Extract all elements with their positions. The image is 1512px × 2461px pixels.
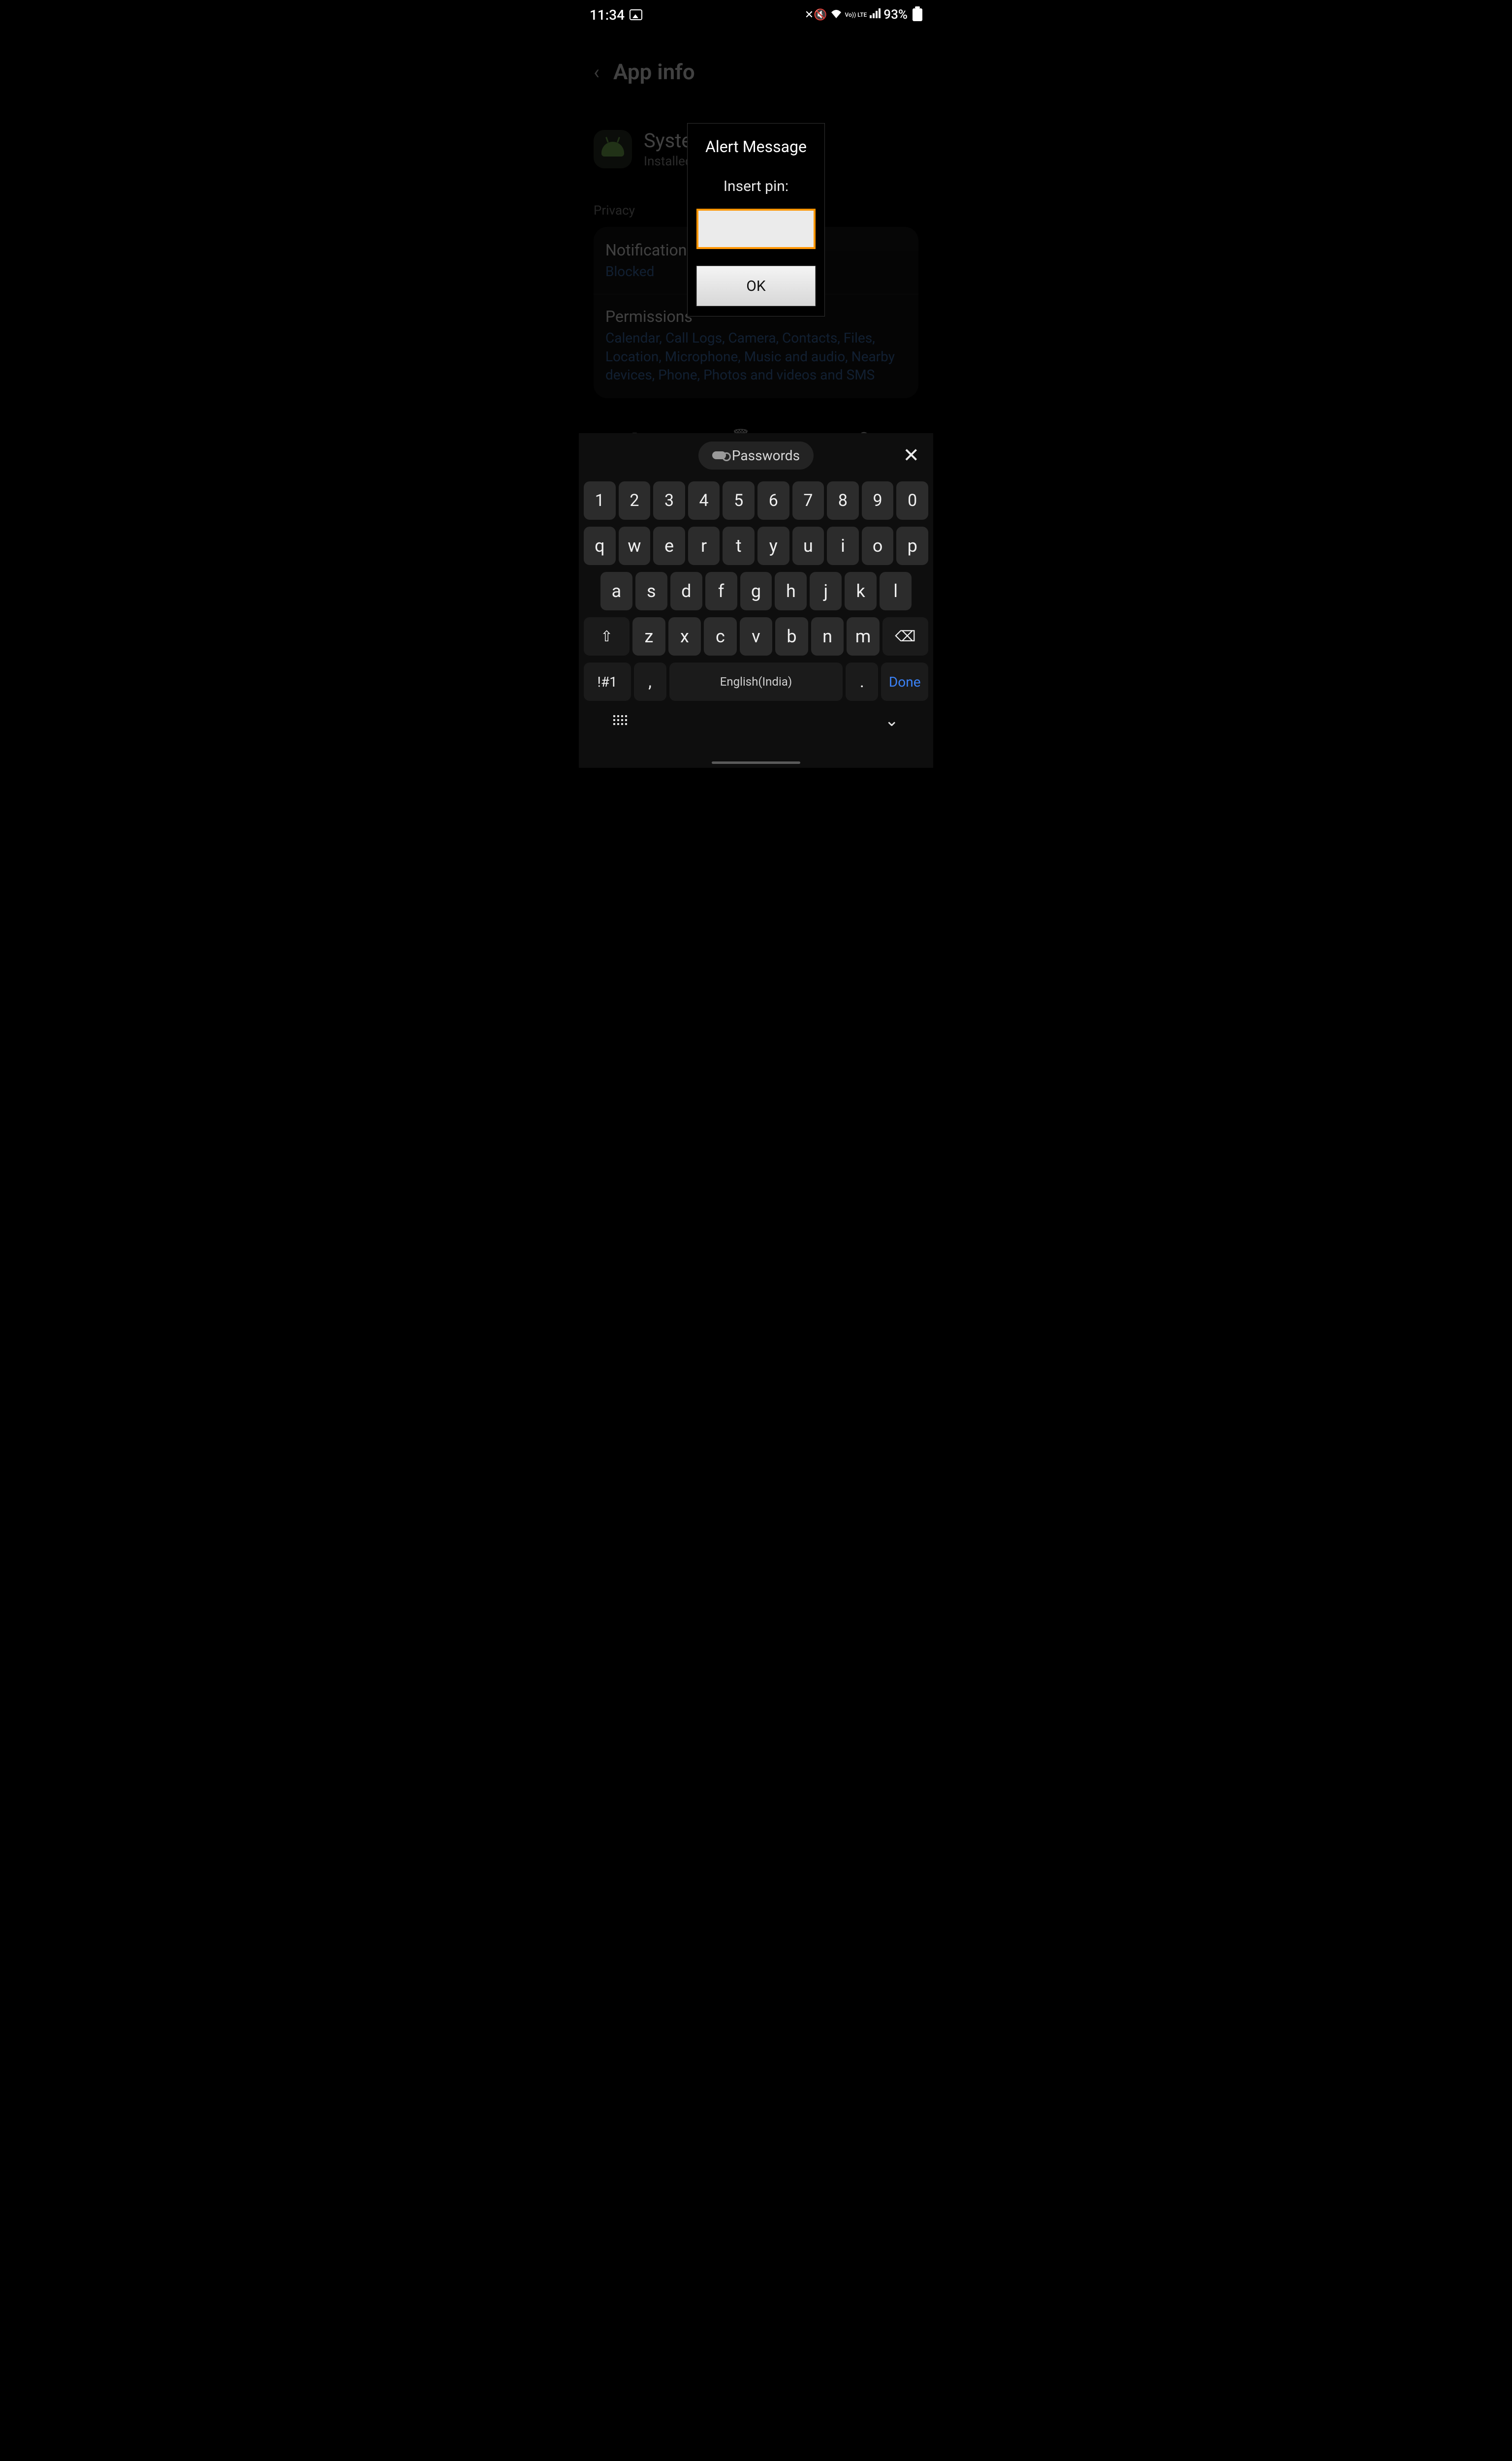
key-f[interactable]: f	[705, 572, 737, 610]
key-h[interactable]: h	[775, 572, 807, 610]
home-indicator[interactable]	[712, 761, 800, 764]
volte-icon: Vo)) LTE	[845, 12, 867, 18]
app-icon	[594, 130, 632, 168]
key-l[interactable]: l	[880, 572, 912, 610]
permissions-row[interactable]: Permissions Calendar, Call Logs, Camera,…	[605, 307, 907, 384]
key-3[interactable]: 3	[653, 481, 685, 520]
key-j[interactable]: j	[810, 572, 842, 610]
close-suggestions-icon[interactable]: ✕	[903, 444, 919, 467]
keyboard-switcher-icon[interactable]	[613, 715, 628, 726]
key-d[interactable]: d	[670, 572, 702, 610]
wifi-icon	[830, 8, 842, 21]
key-backspace[interactable]: ⌫	[882, 617, 928, 656]
key-r[interactable]: r	[688, 527, 720, 565]
keyboard-row-numbers: 1 2 3 4 5 6 7 8 9 0	[584, 481, 928, 520]
status-time: 11:34	[590, 7, 625, 23]
key-comma[interactable]: ,	[634, 663, 666, 701]
key-y[interactable]: y	[757, 527, 789, 565]
key-8[interactable]: 8	[827, 481, 859, 520]
dialog-title: Alert Message	[696, 137, 816, 156]
status-bar: 11:34 ✕🔇 Vo)) LTE 93%	[579, 0, 933, 30]
permissions-list: Calendar, Call Logs, Camera, Contacts, F…	[605, 329, 907, 384]
key-period[interactable]: .	[846, 663, 878, 701]
hide-keyboard-icon[interactable]: ⌄	[885, 711, 899, 730]
key-a[interactable]: a	[600, 572, 632, 610]
key-k[interactable]: k	[845, 572, 877, 610]
key-c[interactable]: c	[704, 617, 737, 656]
key-symbols[interactable]: !#1	[584, 663, 631, 701]
key-6[interactable]: 6	[757, 481, 789, 520]
keyboard-row-q: q w e r t y u i o p	[584, 527, 928, 565]
key-9[interactable]: 9	[862, 481, 894, 520]
key-o[interactable]: o	[862, 527, 894, 565]
key-v[interactable]: v	[740, 617, 773, 656]
key-u[interactable]: u	[792, 527, 824, 565]
keyboard-row-a: a s d f g h j k l	[584, 572, 928, 610]
key-w[interactable]: w	[619, 527, 651, 565]
pin-input[interactable]	[696, 209, 816, 249]
key-5[interactable]: 5	[723, 481, 755, 520]
key-n[interactable]: n	[811, 617, 844, 656]
key-shift[interactable]: ⇧	[584, 617, 630, 656]
key-7[interactable]: 7	[792, 481, 824, 520]
battery-icon	[913, 8, 922, 21]
backspace-icon: ⌫	[895, 628, 915, 645]
passwords-suggestion[interactable]: Passwords	[698, 442, 814, 470]
ok-button[interactable]: OK	[696, 266, 816, 306]
key-g[interactable]: g	[740, 572, 772, 610]
keyboard: Passwords ✕ 1 2 3 4 5 6 7 8 9 0 q w e r	[579, 433, 933, 768]
key-p[interactable]: p	[896, 527, 928, 565]
key-icon	[712, 451, 726, 459]
passwords-label: Passwords	[732, 447, 800, 464]
key-4[interactable]: 4	[688, 481, 720, 520]
key-q[interactable]: q	[584, 527, 616, 565]
key-b[interactable]: b	[775, 617, 808, 656]
back-icon[interactable]: ‹	[594, 61, 599, 84]
key-2[interactable]: 2	[619, 481, 651, 520]
picture-icon	[630, 9, 642, 20]
battery-percent: 93%	[883, 7, 908, 22]
shift-icon: ⇧	[600, 628, 613, 645]
keyboard-row-z: ⇧ z x c v b n m ⌫	[584, 617, 928, 656]
key-space[interactable]: English(India)	[669, 663, 843, 701]
key-x[interactable]: x	[668, 617, 701, 656]
key-1[interactable]: 1	[584, 481, 616, 520]
key-z[interactable]: z	[632, 617, 665, 656]
key-done[interactable]: Done	[881, 663, 928, 701]
key-e[interactable]: e	[653, 527, 685, 565]
keyboard-row-bottom: !#1 , English(India) . Done	[584, 663, 928, 701]
key-s[interactable]: s	[635, 572, 667, 610]
page-title: App info	[613, 59, 695, 85]
dialog-prompt: Insert pin:	[696, 178, 816, 195]
pin-dialog: Alert Message Insert pin: OK	[687, 123, 825, 316]
key-0[interactable]: 0	[896, 481, 928, 520]
signal-icon	[870, 8, 881, 21]
key-t[interactable]: t	[723, 527, 755, 565]
key-m[interactable]: m	[847, 617, 880, 656]
key-i[interactable]: i	[827, 527, 859, 565]
vibrate-icon: ✕🔇	[805, 9, 827, 21]
